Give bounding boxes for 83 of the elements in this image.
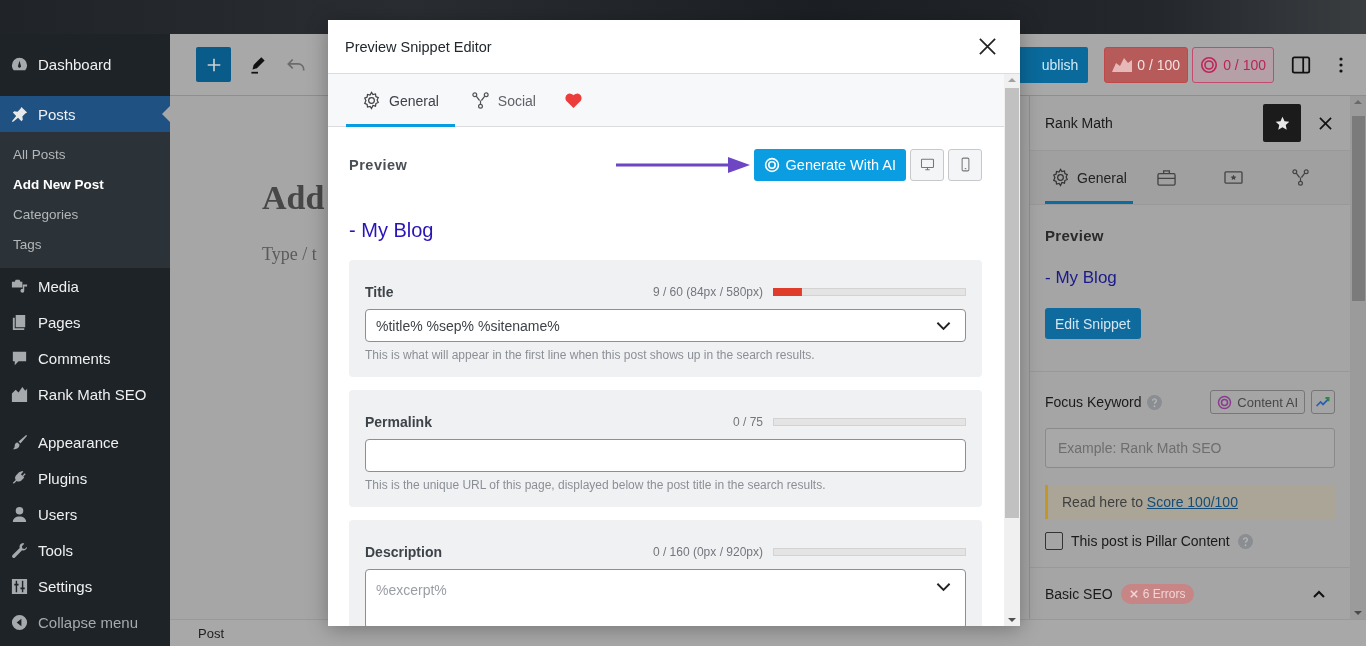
brush-icon: [10, 432, 29, 452]
close-icon[interactable]: [978, 37, 997, 56]
chevron-down-icon: [936, 320, 951, 331]
description-field[interactable]: %excerpt%: [365, 569, 966, 626]
toolbox-icon: [1156, 168, 1177, 187]
user-icon: [10, 504, 29, 524]
help-text: This is what will appear in the first line when this post shows up in the search results.: [365, 348, 816, 362]
chart-icon: [1112, 57, 1133, 72]
notice-text: Read here to Score 100/100: [1062, 494, 1239, 510]
sidebar-toggle-icon[interactable]: [1290, 53, 1312, 76]
menu-item[interactable]: Posts: [0, 96, 170, 132]
checkbox-label: This post is Pillar Content: [1071, 533, 1230, 549]
field-label: Title: [365, 284, 394, 300]
snippet-title-link[interactable]: - My Blog: [1045, 268, 1117, 288]
character-counter: 0 / 160 (0px / 920px): [652, 545, 763, 559]
gear-icon: [1051, 168, 1071, 187]
section-title: Basic SEO: [1045, 586, 1113, 602]
panel-title: Rank Math: [1045, 115, 1113, 131]
snippet-title-link[interactable]: - My Blog: [349, 219, 982, 242]
scrollbar[interactable]: [1350, 96, 1366, 619]
menu-item[interactable]: Settings: [0, 568, 170, 604]
menu-item[interactable]: Pages: [0, 304, 170, 340]
menu-item[interactable]: Dashboard: [0, 46, 170, 82]
share-nodes-icon: [470, 91, 490, 110]
gear-icon: [362, 91, 381, 110]
desktop-icon: [919, 157, 935, 172]
menu-item[interactable]: Comments: [0, 340, 170, 376]
pin-icon: [10, 104, 29, 124]
mobile-preview-button[interactable]: [948, 148, 982, 181]
menu-item[interactable]: Media: [0, 268, 170, 304]
help-text: This is the unique URL of this page, displayed below the post title in the search results.: [365, 478, 827, 492]
menu-item[interactable]: Tools: [0, 532, 170, 568]
pin-star-button[interactable]: [1263, 104, 1301, 142]
menu-item[interactable]: Plugins: [0, 460, 170, 496]
basic-seo-header[interactable]: Basic SEO 6 Errors: [1030, 567, 1350, 614]
seo-score-button[interactable]: 0 / 100: [1104, 46, 1189, 83]
content-ai-button[interactable]: Content AI: [1210, 390, 1305, 414]
submenu-item[interactable]: Tags: [0, 229, 170, 259]
modal-title: Preview Snippet Editor: [345, 38, 492, 55]
caret-up-icon: [1312, 589, 1326, 599]
edit-snippet-button[interactable]: Edit Snippet: [1045, 308, 1141, 339]
menu-item[interactable]: Users: [0, 496, 170, 532]
character-counter: 9 / 60 (84px / 580px): [652, 285, 763, 299]
trends-button[interactable]: [1311, 390, 1335, 414]
wrench-icon: [10, 540, 29, 560]
sliders-icon: [10, 576, 29, 596]
chart-icon: [10, 384, 29, 404]
ai-icon: [1217, 394, 1233, 410]
select-input[interactable]: %title% %sep% %sitename%: [376, 317, 936, 334]
collapse-icon: [10, 612, 29, 632]
menu-item[interactable]: Appearance: [0, 424, 170, 460]
share-nodes-icon: [1291, 168, 1310, 187]
submenu-item[interactable]: Categories: [0, 199, 170, 229]
error-count: 6 Errors: [1142, 587, 1186, 601]
permalink-field[interactable]: [365, 439, 966, 472]
breadcrumb[interactable]: Post: [198, 625, 224, 641]
character-counter: 0 / 75: [732, 415, 763, 429]
section-label: Preview: [349, 156, 408, 173]
x-icon: [1129, 590, 1138, 598]
focus-keyword-label: Focus Keyword: [1045, 394, 1142, 410]
score-link[interactable]: Score 100/100: [1146, 494, 1238, 510]
textarea-input[interactable]: %excerpt%: [376, 582, 936, 604]
desktop-preview-button[interactable]: [910, 148, 944, 181]
field-label: Permalink: [365, 414, 432, 430]
close-icon[interactable]: [1319, 116, 1332, 130]
variable-select[interactable]: %title% %sep% %sitename%: [365, 309, 966, 342]
heart-icon: [563, 92, 583, 109]
section-label: Preview: [1045, 227, 1104, 244]
ai-icon: [763, 156, 780, 173]
field-label: Description: [365, 544, 442, 560]
collapse-menu-button[interactable]: Collapse menu: [0, 604, 170, 640]
ai-icon: [1200, 55, 1219, 74]
pillar-checkbox[interactable]: [1045, 532, 1063, 550]
scrollbar[interactable]: [1004, 74, 1020, 626]
submenu-item[interactable]: Add New Post: [0, 169, 170, 199]
add-block-button[interactable]: [196, 47, 231, 82]
submenu-item[interactable]: All Posts: [0, 139, 170, 169]
menu-item[interactable]: Rank Math SEO: [0, 376, 170, 412]
chevron-down-icon: [936, 582, 951, 592]
focus-keyword-field[interactable]: Example: Rank Math SEO: [1045, 428, 1335, 468]
tab[interactable]: General: [346, 74, 455, 127]
tab[interactable]: Social: [454, 74, 552, 127]
card-icon: [1223, 169, 1244, 186]
